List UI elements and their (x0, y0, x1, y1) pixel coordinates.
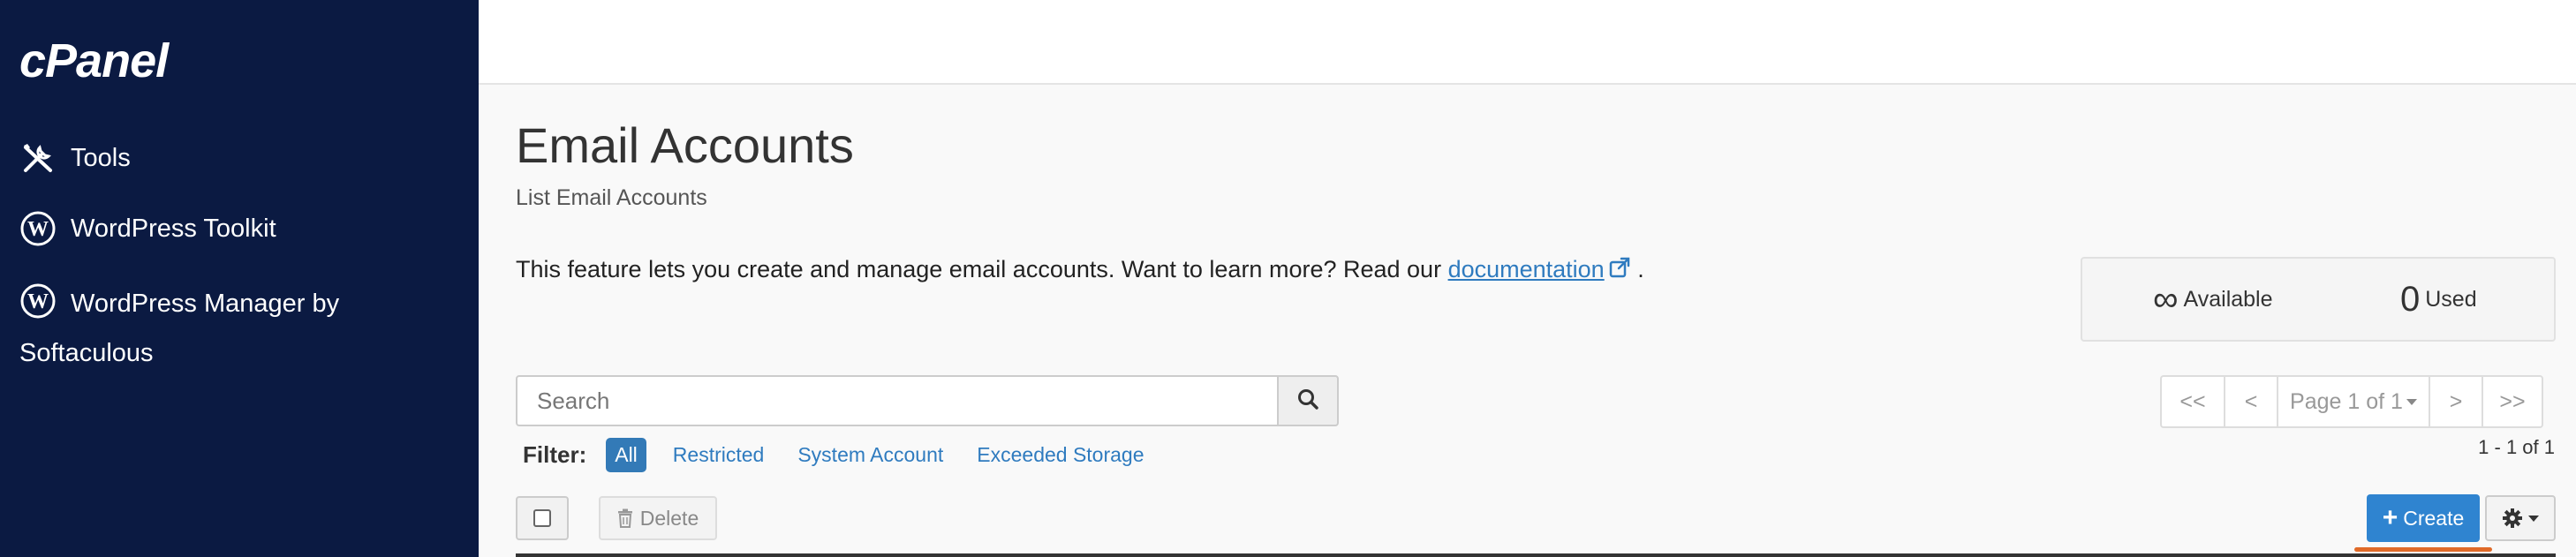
create-button[interactable]: + Create (2367, 494, 2480, 542)
checkbox-icon (533, 509, 551, 527)
wordpress-icon: W (19, 282, 57, 320)
last-page-button[interactable]: >> (2482, 377, 2542, 426)
filter-all[interactable]: All (606, 438, 646, 472)
filter-system-account[interactable]: System Account (797, 443, 943, 467)
gear-icon (2502, 508, 2523, 529)
sidebar-item-label: Tools (71, 143, 131, 172)
chevron-down-icon (2528, 515, 2539, 522)
highlight-underline (2354, 547, 2492, 552)
svg-text:W: W (27, 290, 49, 313)
tools-icon (19, 139, 57, 177)
search-button[interactable] (1277, 375, 1339, 426)
select-all-checkbox[interactable] (516, 496, 569, 540)
filter-label: Filter: (523, 441, 587, 468)
wordpress-icon: W (19, 210, 57, 247)
page-select-dropdown[interactable]: Page 1 of 1 (2277, 377, 2429, 426)
trash-icon (617, 508, 633, 528)
intro-text: This feature lets you create and manage … (516, 256, 1644, 285)
first-page-button[interactable]: << (2162, 377, 2224, 426)
filter-restricted[interactable]: Restricted (673, 443, 765, 467)
available-stat: ∞ Available (2153, 280, 2273, 319)
search-input[interactable] (516, 375, 1279, 426)
cpanel-logo[interactable]: cPanel (19, 34, 169, 88)
chevron-down-icon (2406, 398, 2417, 405)
svg-text:W: W (27, 218, 49, 241)
sidebar-item-tools[interactable]: Tools (19, 139, 131, 177)
page-title: Email Accounts (516, 117, 854, 173)
documentation-link[interactable]: documentation (1448, 256, 1605, 282)
sidebar-item-label: WordPress Toolkit (71, 214, 276, 243)
infinity-icon: ∞ (2153, 280, 2179, 319)
pagination: << < Page 1 of 1 > >> (2160, 375, 2543, 428)
used-stat: 0 Used (2400, 280, 2477, 319)
filter-bar: Filter: All Restricted System Account Ex… (523, 438, 1178, 472)
next-page-button[interactable]: > (2429, 377, 2482, 426)
sidebar-item-label: WordPress Manager by Softaculous (19, 290, 340, 367)
top-bar (479, 0, 2576, 85)
search-icon (1296, 388, 1319, 415)
plus-icon: + (2382, 503, 2398, 532)
filter-exceeded-storage[interactable]: Exceeded Storage (977, 443, 1144, 467)
sidebar: cPanel Tools W WordPress Toolkit W WordP… (0, 0, 479, 557)
prev-page-button[interactable]: < (2224, 377, 2277, 426)
page-subtitle: List Email Accounts (516, 185, 707, 210)
delete-button[interactable]: Delete (599, 496, 717, 540)
sidebar-item-wordpress-toolkit[interactable]: W WordPress Toolkit (19, 210, 276, 247)
account-stats-panel: ∞ Available 0 Used (2081, 257, 2556, 342)
settings-dropdown-button[interactable] (2485, 495, 2556, 541)
external-link-icon (1608, 256, 1631, 285)
sidebar-item-wordpress-manager[interactable]: W WordPress Manager by Softaculous (19, 279, 426, 378)
table-header-border (516, 553, 2556, 557)
result-range: 1 - 1 of 1 (2478, 436, 2555, 458)
